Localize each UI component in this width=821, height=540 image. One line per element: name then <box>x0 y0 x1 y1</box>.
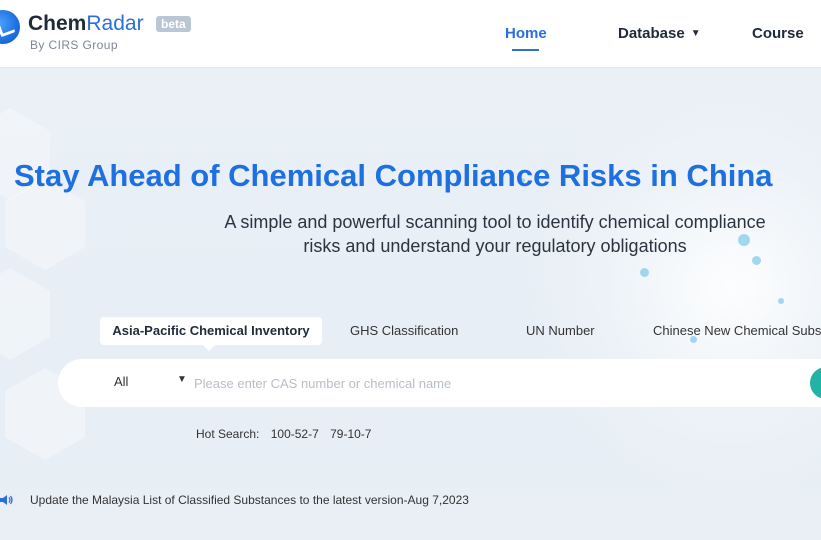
hexagon-decoration <box>0 268 50 360</box>
hero-subtitle-line-2: risks and understand your regulatory obl… <box>303 236 687 256</box>
tab-ghs-classification[interactable]: GHS Classification <box>350 317 458 345</box>
background-glow <box>521 78 821 498</box>
nav-course[interactable]: Course <box>752 25 804 42</box>
tab-un-number[interactable]: UN Number <box>526 317 595 345</box>
tab-asia-pacific-inventory[interactable]: Asia-Pacific Chemical Inventory <box>100 317 322 351</box>
hot-search: Hot Search: 100-52-7 79-10-7 <box>196 427 379 441</box>
brand-byline: By CIRS Group <box>30 38 118 52</box>
caret-down-icon[interactable]: ▼ <box>177 374 187 385</box>
brand-bold: Chem <box>28 12 87 35</box>
hero-subtitle-line-1: A simple and powerful scanning tool to i… <box>224 212 766 232</box>
hero-title: Stay Ahead of Chemical Compliance Risks … <box>14 158 773 193</box>
search-scope-select[interactable]: All <box>114 374 128 389</box>
nav-course-label: Course <box>752 25 804 42</box>
molecule-dot <box>640 268 649 277</box>
hero-subtitle: A simple and powerful scanning tool to i… <box>170 210 820 258</box>
search-button[interactable] <box>810 367 821 399</box>
speaker-icon <box>0 495 13 505</box>
brand-light: Radar <box>86 12 144 35</box>
chemradar-logo-icon[interactable] <box>0 10 20 44</box>
hot-search-label: Hot Search: <box>196 427 260 441</box>
brand-name[interactable]: ChemRadar <box>28 12 144 36</box>
nav-database[interactable]: Database ▼ <box>618 25 701 42</box>
nav-home-label: Home <box>505 25 547 42</box>
announcement-text[interactable]: Update the Malaysia List of Classified S… <box>30 493 469 507</box>
beta-badge: beta <box>156 16 191 32</box>
search-input[interactable] <box>194 371 754 395</box>
tab-chinese-new-chemical[interactable]: Chinese New Chemical Substance <box>653 317 821 345</box>
nav-database-label: Database <box>618 25 685 42</box>
search-bar: All ▼ <box>58 359 821 407</box>
caret-down-icon: ▼ <box>690 28 701 39</box>
top-header: ChemRadar beta By CIRS Group Home Databa… <box>0 0 821 68</box>
hero-background <box>0 68 821 540</box>
hot-search-item[interactable]: 100-52-7 <box>271 427 319 441</box>
molecule-dot <box>778 298 784 304</box>
nav-home[interactable]: Home <box>505 25 547 51</box>
hot-search-item[interactable]: 79-10-7 <box>330 427 371 441</box>
